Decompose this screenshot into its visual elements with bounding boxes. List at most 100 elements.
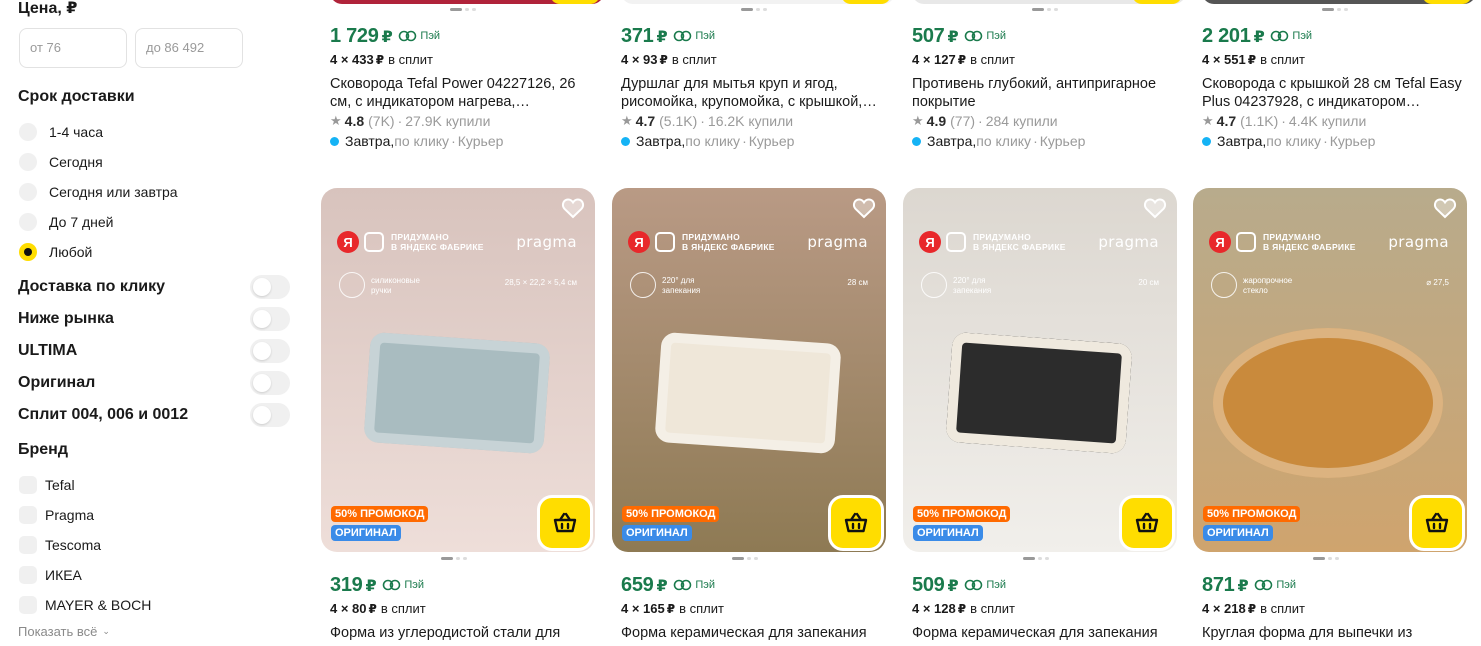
radio-button[interactable] bbox=[19, 213, 37, 231]
product-card[interactable]: Я ПРИДУМАНО В ЯНДЕКС ФАБРИКЕ pragma 220° для… bbox=[903, 188, 1177, 646]
original-badge: ОРИГИНАЛ bbox=[913, 525, 983, 541]
size-caption: 20 см bbox=[1138, 278, 1159, 287]
product-image[interactable]: Я ПРИДУМАНО В ЯНДЕКС ФАБРИКЕ pragma 220° для… bbox=[612, 188, 886, 552]
image-pager-dots bbox=[450, 8, 479, 11]
split-amount: 4 × 218 bbox=[1202, 601, 1246, 616]
toggle-below-market[interactable]: Ниже рынка bbox=[18, 307, 290, 331]
favorite-heart-icon[interactable] bbox=[852, 197, 876, 219]
delivery-carrier: Курьер bbox=[1039, 133, 1086, 149]
split-amount: 4 × 80 bbox=[330, 601, 367, 616]
product-card[interactable]: Я ПРИДУМАНО В ЯНДЕКС ФАБРИКЕ pragma силиконо… bbox=[321, 188, 595, 646]
radio-button-selected[interactable] bbox=[19, 243, 37, 261]
original-badge: ОРИГИНАЛ bbox=[1203, 525, 1273, 541]
separator: · bbox=[742, 133, 747, 149]
product-card[interactable]: 371 ₽ Пэй 4 × 93 ₽ в сплит Дуршлаг для мытья … bbox=[621, 0, 895, 160]
product-card[interactable]: 1 729 ₽ Пэй 4 × 433 ₽ в сплит Сковорода Tefal… bbox=[330, 0, 604, 160]
radio-button[interactable] bbox=[19, 123, 37, 141]
price-from-input[interactable]: от 76 bbox=[19, 28, 127, 68]
price-line: 1 729 ₽ Пэй bbox=[330, 25, 440, 48]
product-title[interactable]: Противень глубокий, антипригарное покрыт… bbox=[912, 75, 1174, 111]
brand-checkbox-ikea[interactable]: ИКЕА bbox=[19, 565, 82, 585]
toggle-split[interactable]: Сплит 004, 006 и 0012 bbox=[18, 403, 290, 427]
checkbox[interactable] bbox=[19, 566, 37, 584]
product-title[interactable]: Форма из углеродистой стали для bbox=[330, 624, 592, 642]
brand-checkbox-pragma[interactable]: Pragma bbox=[19, 505, 94, 525]
checkbox[interactable] bbox=[19, 596, 37, 614]
toggle-switch[interactable] bbox=[250, 371, 290, 395]
option-label: Любой bbox=[49, 244, 93, 260]
brand-checkbox-tescoma[interactable]: Tescoma bbox=[19, 535, 101, 555]
product-image[interactable]: Я ПРИДУМАНО В ЯНДЕКС ФАБРИКЕ pragma 220° для… bbox=[903, 188, 1177, 552]
favorite-heart-icon[interactable] bbox=[1143, 197, 1167, 219]
price-value: 371 bbox=[621, 25, 654, 47]
product-card[interactable]: 507 ₽ Пэй 4 × 127 ₽ в сплит Противень глубоки… bbox=[912, 0, 1186, 160]
delivery-option-any[interactable]: Любой bbox=[19, 242, 92, 262]
factory-line-1: ПРИДУМАНО bbox=[1263, 232, 1322, 242]
price-line: 507 ₽ Пэй bbox=[912, 25, 1006, 48]
product-price: 509 ₽ bbox=[912, 574, 959, 597]
show-all-brands-link[interactable]: Показать всё ⌄ bbox=[18, 624, 110, 639]
toggle-switch[interactable] bbox=[250, 403, 290, 427]
product-card[interactable]: Я ПРИДУМАНО В ЯНДЕКС ФАБРИКЕ pragma 220° для… bbox=[612, 188, 886, 646]
yandex-factory-logo: Я ПРИДУМАНО В ЯНДЕКС ФАБРИКЕ bbox=[628, 231, 775, 253]
product-title[interactable]: Форма керамическая для запекания bbox=[621, 624, 883, 642]
delivery-option-today[interactable]: Сегодня bbox=[19, 152, 103, 172]
add-to-cart-button[interactable] bbox=[537, 495, 593, 551]
add-to-cart-button[interactable] bbox=[828, 495, 884, 551]
add-to-cart-button[interactable] bbox=[1422, 0, 1472, 4]
delivery-option-1-4h[interactable]: 1-4 часа bbox=[19, 122, 103, 142]
add-to-cart-button[interactable] bbox=[1409, 495, 1465, 551]
price-to-input[interactable]: до 86 492 bbox=[135, 28, 243, 68]
feature-caption: жаропрочное стекло bbox=[1243, 276, 1293, 295]
basket-icon bbox=[844, 512, 868, 533]
toggle-switch[interactable] bbox=[250, 275, 290, 299]
split-amount: 4 × 165 bbox=[621, 601, 665, 616]
radio-button[interactable] bbox=[19, 153, 37, 171]
price-line: 659 ₽ Пэй bbox=[621, 574, 715, 597]
toggle-ultima[interactable]: ULTIMA bbox=[18, 339, 290, 363]
product-title[interactable]: Сковорода с крышкой 28 см Tefal Easy Plu… bbox=[1202, 75, 1464, 111]
toggle-delivery-by-click[interactable]: Доставка по клику bbox=[18, 275, 290, 299]
delivery-option-7days[interactable]: До 7 дней bbox=[19, 212, 114, 232]
yandex-logo-icon: Я bbox=[919, 231, 941, 253]
add-to-cart-button[interactable] bbox=[1132, 0, 1182, 4]
price-line: 371 ₽ Пэй bbox=[621, 25, 715, 48]
product-card[interactable]: Я ПРИДУМАНО В ЯНДЕКС ФАБРИКЕ pragma жаропроч… bbox=[1193, 188, 1467, 646]
product-title[interactable]: Форма керамическая для запекания bbox=[912, 624, 1174, 642]
delivery-option-today-tomorrow[interactable]: Сегодня или завтра bbox=[19, 182, 178, 202]
product-title[interactable]: Дуршлаг для мытья круп и ягод, рисомойка… bbox=[621, 75, 883, 111]
product-title[interactable]: Круглая форма для выпечки из bbox=[1202, 624, 1464, 642]
product-title[interactable]: Сковорода Tefal Power 04227126, 26 см, с… bbox=[330, 75, 592, 111]
add-to-cart-button[interactable] bbox=[841, 0, 891, 4]
product-image[interactable]: Я ПРИДУМАНО В ЯНДЕКС ФАБРИКЕ pragma жаропроч… bbox=[1193, 188, 1467, 552]
add-to-cart-button[interactable] bbox=[1119, 495, 1175, 551]
radio-button[interactable] bbox=[19, 183, 37, 201]
factory-line-2: В ЯНДЕКС ФАБРИКЕ bbox=[391, 242, 484, 252]
product-card[interactable]: 2 201 ₽ Пэй 4 × 551 ₽ в сплит Сковорода с кры… bbox=[1202, 0, 1476, 160]
price-value: 871 bbox=[1202, 574, 1235, 596]
feature-caption: 220° для запекания bbox=[662, 276, 701, 295]
favorite-heart-icon[interactable] bbox=[561, 197, 585, 219]
checkbox[interactable] bbox=[19, 536, 37, 554]
add-to-cart-button[interactable] bbox=[550, 0, 600, 4]
yandex-pay-badge: Пэй bbox=[1270, 30, 1312, 42]
yandex-logo-icon: Я bbox=[628, 231, 650, 253]
toggle-original[interactable]: Оригинал bbox=[18, 371, 290, 395]
toggle-switch[interactable] bbox=[250, 339, 290, 363]
image-pager-dots bbox=[1032, 8, 1061, 11]
price-filter-title: Цена, ₽ bbox=[18, 0, 78, 17]
factory-caption: ПРИДУМАНО В ЯНДЕКС ФАБРИКЕ bbox=[973, 232, 1066, 252]
size-caption: ⌀ 27,5 bbox=[1426, 278, 1449, 287]
product-price: 371 ₽ bbox=[621, 25, 668, 48]
toggle-switch[interactable] bbox=[250, 307, 290, 331]
checkbox[interactable] bbox=[19, 506, 37, 524]
brand-checkbox-tefal[interactable]: Tefal bbox=[19, 475, 75, 495]
brand-checkbox-mayer-boch[interactable]: MAYER & BOCH bbox=[19, 595, 151, 615]
favorite-heart-icon[interactable] bbox=[1433, 197, 1457, 219]
currency-sign: ₽ bbox=[1253, 29, 1265, 46]
currency-sign: ₽ bbox=[957, 602, 967, 616]
checkbox[interactable] bbox=[19, 476, 37, 494]
yandex-pay-icon bbox=[965, 30, 983, 42]
product-image[interactable]: Я ПРИДУМАНО В ЯНДЕКС ФАБРИКЕ pragma силиконо… bbox=[321, 188, 595, 552]
basket-icon bbox=[1135, 512, 1159, 533]
